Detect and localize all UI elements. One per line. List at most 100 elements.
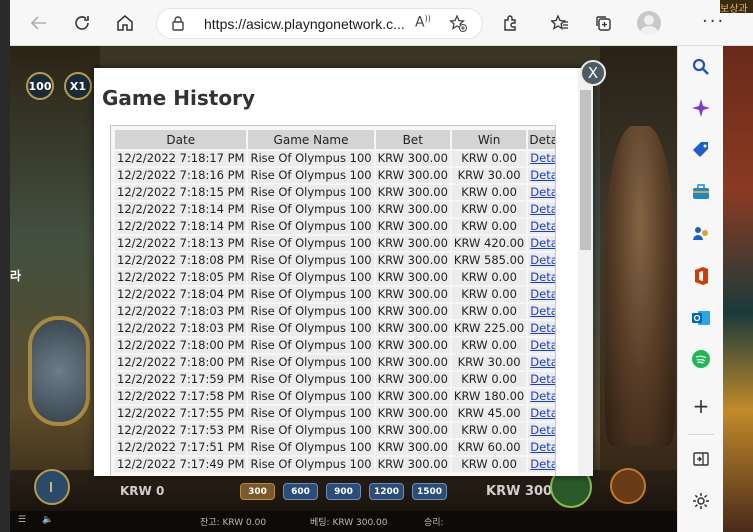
hide-sidebar-icon[interactable] <box>689 447 713 471</box>
details-link[interactable]: Details <box>530 185 555 199</box>
office-icon[interactable] <box>689 264 713 288</box>
details-link[interactable]: Details <box>530 355 555 369</box>
details-link[interactable]: Details <box>530 202 555 216</box>
more-icon[interactable]: ··· <box>702 11 725 32</box>
lock-icon[interactable] <box>171 15 185 35</box>
history-table-container: Date Game Name Bet Win Details 12/2/2022… <box>110 125 556 476</box>
favorites-icon[interactable] <box>548 11 572 35</box>
modal-scrollbar[interactable] <box>578 68 593 476</box>
cell-date: 12/2/2022 7:17:51 PM <box>115 440 247 455</box>
zoom-100-button[interactable]: 100 <box>26 72 54 100</box>
chip-600[interactable]: 600 <box>283 483 318 500</box>
history-table: Date Game Name Bet Win Details 12/2/2022… <box>113 128 555 474</box>
details-link[interactable]: Details <box>530 219 555 233</box>
modal-scrollbar-thumb[interactable] <box>580 90 591 250</box>
search-icon[interactable] <box>689 55 713 79</box>
game-history-modal: Game History Date Game Name Bet Win Deta… <box>94 68 593 476</box>
cell-win: KRW 0.00 <box>451 270 527 285</box>
add-favorite-icon[interactable] <box>449 14 467 36</box>
cell-bet: KRW 300.00 <box>375 151 450 166</box>
cell-date: 12/2/2022 7:18:00 PM <box>115 338 247 353</box>
cell-bet: KRW 300.00 <box>375 321 450 336</box>
details-link[interactable]: Details <box>530 440 555 454</box>
people-icon[interactable] <box>689 222 713 246</box>
cell-game-name: Rise Of Olympus 100 <box>248 219 374 234</box>
toolbox-icon[interactable] <box>689 180 713 204</box>
cell-bet: KRW 300.00 <box>375 287 450 302</box>
chip-1500[interactable]: 1500 <box>412 483 447 500</box>
address-bar[interactable]: https://asicw.playngonetwork.c... A)) <box>156 8 483 39</box>
back-icon[interactable] <box>27 11 51 35</box>
cell-date: 12/2/2022 7:17:53 PM <box>115 423 247 438</box>
shopping-tag-icon[interactable] <box>689 138 713 162</box>
game-status-line: ☰ 🔈 잔고: KRW 0.00 베팅: KRW 300.00 승리: <box>10 511 677 532</box>
sidebar-divider <box>688 434 714 435</box>
cell-win: KRW 30.00 <box>451 168 527 183</box>
collections-icon[interactable] <box>591 11 615 35</box>
url-text[interactable]: https://asicw.playngonetwork.c... <box>204 16 405 32</box>
cell-date: 12/2/2022 7:18:15 PM <box>115 185 247 200</box>
table-row: 12/2/2022 7:18:14 PM Rise Of Olympus 100 K… <box>115 219 555 234</box>
details-link[interactable]: Details <box>530 304 555 318</box>
details-link[interactable]: Details <box>530 338 555 352</box>
details-link[interactable]: Details <box>530 287 555 301</box>
add-icon[interactable]: + <box>689 394 713 418</box>
cell-game-name: Rise Of Olympus 100 <box>248 151 374 166</box>
details-link[interactable]: Details <box>530 423 555 437</box>
cell-details: Details <box>528 355 555 370</box>
extensions-icon[interactable] <box>498 11 522 35</box>
cell-win: KRW 0.00 <box>451 338 527 353</box>
turbo-button[interactable] <box>610 468 646 504</box>
cell-bet: KRW 300.00 <box>375 406 450 421</box>
details-link[interactable]: Details <box>530 168 555 182</box>
cell-details: Details <box>528 406 555 421</box>
cell-win: KRW 0.00 <box>451 372 527 387</box>
table-row: 12/2/2022 7:17:53 PM Rise Of Olympus 100 K… <box>115 423 555 438</box>
outlook-icon[interactable] <box>689 306 713 330</box>
table-row: 12/2/2022 7:18:00 PM Rise Of Olympus 100 K… <box>115 355 555 370</box>
read-aloud-icon[interactable]: A)) <box>415 14 431 31</box>
details-link[interactable]: Details <box>530 253 555 267</box>
details-link[interactable]: Details <box>530 457 555 471</box>
close-modal-button[interactable]: X <box>580 60 606 86</box>
home-icon[interactable] <box>113 11 137 35</box>
cell-win: KRW 0.00 <box>451 457 527 472</box>
sound-icon[interactable]: 🔈 <box>42 515 53 525</box>
zeus-character-image <box>605 126 675 446</box>
table-row: 12/2/2022 7:18:16 PM Rise Of Olympus 100 K… <box>115 168 555 183</box>
table-row: 12/2/2022 7:17:51 PM Rise Of Olympus 100 K… <box>115 440 555 455</box>
cell-win: KRW 0.00 <box>451 202 527 217</box>
cell-game-name: Rise Of Olympus 100 <box>248 457 374 472</box>
cell-details: Details <box>528 202 555 217</box>
refresh-icon[interactable] <box>70 11 94 35</box>
table-row: 12/2/2022 7:18:03 PM Rise Of Olympus 100 K… <box>115 304 555 319</box>
cell-win: KRW 225.00 <box>451 321 527 336</box>
details-link[interactable]: Details <box>530 406 555 420</box>
profile-avatar[interactable] <box>637 11 661 35</box>
col-date: Date <box>115 130 247 149</box>
side-label: 라 <box>10 269 22 283</box>
cell-win: KRW 60.00 <box>451 440 527 455</box>
copilot-icon[interactable] <box>689 96 713 120</box>
chip-900[interactable]: 900 <box>326 483 361 500</box>
details-link[interactable]: Details <box>530 372 555 386</box>
game-left-panel <box>10 46 100 532</box>
chip-1200[interactable]: 1200 <box>369 483 404 500</box>
details-link[interactable]: Details <box>530 321 555 335</box>
spotify-icon[interactable] <box>689 347 713 371</box>
chip-300[interactable]: 300 <box>240 483 275 500</box>
details-link[interactable]: Details <box>530 270 555 284</box>
details-link[interactable]: Details <box>530 151 555 165</box>
menu-icon[interactable]: ☰ <box>18 515 26 525</box>
speed-x1-button[interactable]: X1 <box>64 72 92 100</box>
cell-bet: KRW 300.00 <box>375 219 450 234</box>
autoplay-button[interactable] <box>34 469 70 505</box>
settings-icon[interactable] <box>689 489 713 513</box>
cell-details: Details <box>528 389 555 404</box>
details-link[interactable]: Details <box>530 389 555 403</box>
details-link[interactable]: Details <box>530 236 555 250</box>
cell-win: KRW 420.00 <box>451 236 527 251</box>
table-row: 12/2/2022 7:18:03 PM Rise Of Olympus 100 K… <box>115 321 555 336</box>
col-bet: Bet <box>375 130 450 149</box>
cell-date: 12/2/2022 7:17:55 PM <box>115 406 247 421</box>
